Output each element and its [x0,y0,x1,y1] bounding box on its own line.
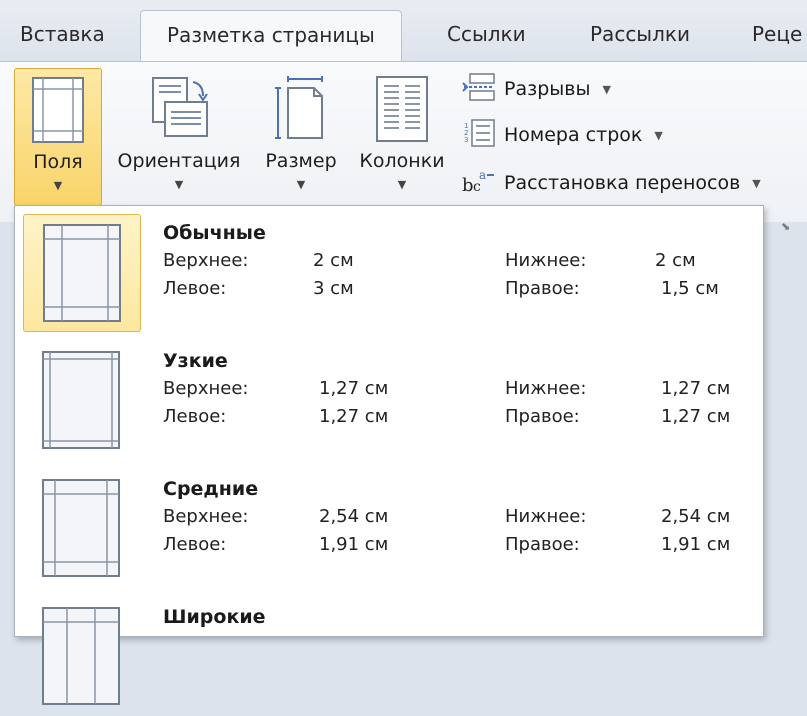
hyphenation-button[interactable]: b c a Расстановка переносов ▼ [462,166,761,200]
right-margin-label: Правое: [505,278,580,299]
left-margin-value: 1,27 см [319,406,389,427]
page-margins-icon [42,351,120,449]
size-label: Размер [265,150,337,172]
chevron-down-icon: ▼ [397,178,407,191]
columns-button[interactable]: Колонки ▼ [350,68,454,206]
left-margin-value: 1,91 см [319,534,389,555]
left-margin-value: 3 см [313,278,354,299]
page-size-icon [274,76,328,147]
top-margin-value: 2 см [313,250,354,271]
top-margin-value: 2,54 см [319,506,389,527]
bottom-margin-value: 1,27 см [661,378,731,399]
tab-page-layout[interactable]: Разметка страницы [140,10,402,64]
ribbon-page-setup: Поля ▼ Ориентация ▼ Размер ▼ Колонки ▼ Р… [0,61,807,222]
orientation-label: Ориентация [117,150,241,172]
dialog-launcher-icon[interactable]: ⬊ [781,220,790,233]
chevron-down-icon: ▼ [602,82,611,96]
svg-text:b: b [462,175,474,195]
breaks-label: Разрывы [504,78,591,100]
orientation-button[interactable]: Ориентация ▼ [106,68,252,206]
right-margin-value: 1,5 см [661,278,719,299]
left-margin-label: Левое: [163,406,227,427]
preset-thumbnail [23,214,141,332]
bottom-margin-value: 2 см [655,250,696,271]
left-margin-label: Левое: [163,278,227,299]
top-margin-label: Верхнее: [163,506,249,527]
tab-review[interactable]: Реце [752,22,802,46]
tab-references[interactable]: Ссылки [447,22,526,46]
bottom-margin-label: Нижнее: [505,378,587,399]
margins-preset-narrow[interactable]: Узкие Верхнее: 1,27 см Нижнее: 1,27 см Л… [23,342,749,460]
preset-name: Обычные [163,222,266,244]
preset-thumbnail [23,470,141,588]
right-margin-label: Правое: [505,406,580,427]
tab-mailings[interactable]: Рассылки [590,22,690,46]
chevron-down-icon: ▼ [296,178,306,191]
svg-text:3: 3 [464,136,468,144]
top-margin-label: Верхнее: [163,378,249,399]
hyphenation-icon: b c a [462,167,496,200]
margins-preset-normal[interactable]: Обычные Верхнее: 2 см Нижнее: 2 см Левое… [23,214,749,332]
margins-label: Поля [33,151,83,173]
preset-name: Узкие [163,350,228,372]
margins-preset-moderate[interactable]: Средние Верхнее: 2,54 см Нижнее: 2,54 см… [23,470,749,588]
margins-icon [32,77,84,148]
right-margin-value: 1,91 см [661,534,731,555]
columns-icon [376,76,428,147]
line-numbers-icon: 123 [462,118,496,152]
bottom-margin-label: Нижнее: [505,250,587,271]
hyphenation-label: Расстановка переносов [504,172,741,194]
chevron-down-icon: ▼ [53,179,63,192]
preset-thumbnail [23,342,141,460]
margins-preset-wide[interactable]: Широкие [23,598,749,716]
left-margin-label: Левое: [163,534,227,555]
page-margins-icon [42,607,120,705]
tab-insert[interactable]: Вставка [20,22,105,46]
page-breaks-icon [462,72,496,106]
top-margin-value: 1,27 см [319,378,389,399]
margins-button[interactable]: Поля ▼ [14,68,102,206]
ribbon-tab-strip: Вставка Разметка страницы Ссылки Рассылк… [0,0,807,64]
breaks-button[interactable]: Разрывы ▼ [462,72,611,106]
page-margins-icon [43,224,121,322]
size-button[interactable]: Размер ▼ [256,68,346,206]
chevron-down-icon: ▼ [752,176,761,190]
chevron-down-icon: ▼ [174,178,184,191]
chevron-down-icon: ▼ [654,128,663,142]
svg-text:a: a [479,168,486,182]
orientation-icon [147,76,211,147]
preset-thumbnail [23,598,141,716]
bottom-margin-value: 2,54 см [661,506,731,527]
preset-name: Средние [163,478,259,500]
columns-label: Колонки [359,150,445,172]
bottom-margin-label: Нижнее: [505,506,587,527]
line-numbers-button[interactable]: 123 Номера строк ▼ [462,118,663,152]
right-margin-value: 1,27 см [661,406,731,427]
right-margin-label: Правое: [505,534,580,555]
margins-dropdown: Обычные Верхнее: 2 см Нижнее: 2 см Левое… [14,205,764,705]
line-numbers-label: Номера строк [504,124,643,146]
top-margin-label: Верхнее: [163,250,249,271]
page-margins-icon [42,479,120,577]
